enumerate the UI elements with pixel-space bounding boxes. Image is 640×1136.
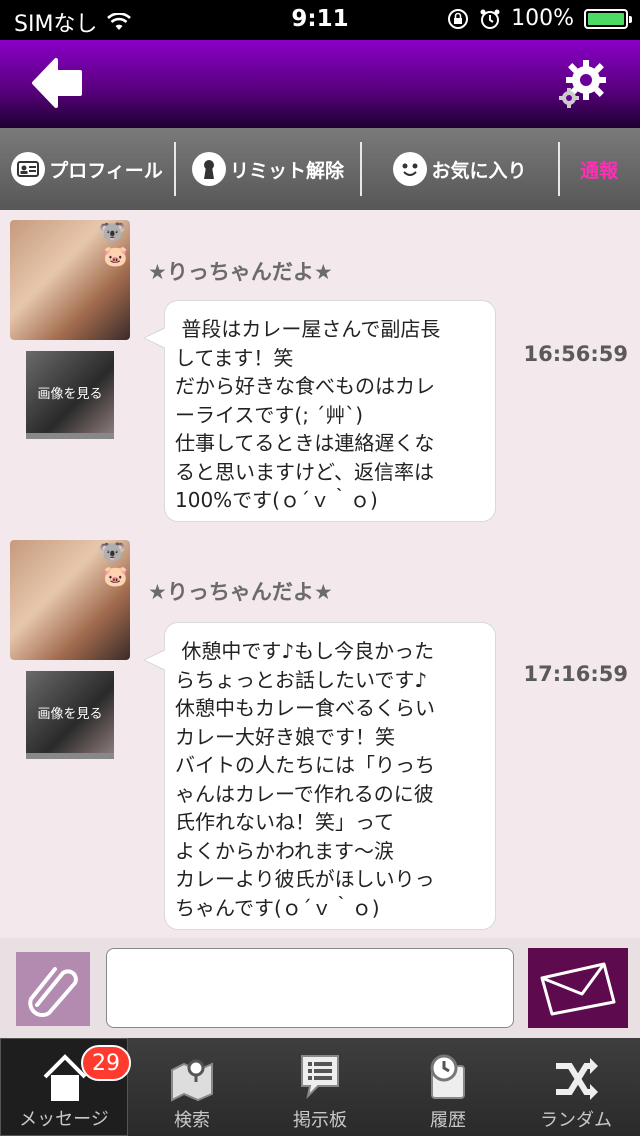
nav-search-label: 検索 [174,1110,210,1131]
back-arrow-icon [32,58,82,108]
tab-report-label: 通報 [579,159,618,182]
pig-icon: 🐷 [103,564,128,588]
status-bar: SIMなし 9:11 100% [0,0,640,40]
tab-limit-release-label: リミット解除 [229,159,344,182]
back-button[interactable] [30,54,88,112]
message-bubble: 休憩中です♪もし今良かった らちょっとお話したいです♪ 休憩中もカレー食べるくら… [143,622,496,930]
view-image-button[interactable]: 画像を見る [26,351,114,439]
battery-percent: 100% [511,6,574,31]
view-image-label: 画像を見る [37,706,103,722]
view-image-label: 画像を見る [37,386,103,402]
nav-random-label: ランダム [540,1110,612,1131]
orientation-lock-icon [448,8,469,29]
message-count-badge: 29 [81,1045,131,1081]
nav-board[interactable]: 掲示板 [256,1038,384,1136]
tab-favorite[interactable]: お気に入り [362,128,558,210]
alarm-icon [480,9,500,29]
sender-name: ★りっちゃんだよ★ [148,260,333,284]
nav-message-label: メッセージ [19,1109,109,1130]
shuffle-icon [556,1058,598,1100]
map-search-icon [171,1059,213,1102]
sender-name: ★りっちゃんだよ★ [148,580,333,604]
history-icon [430,1054,465,1099]
nav-history-label: 履歴 [430,1110,466,1131]
smiley-icon [393,152,428,186]
view-image-button[interactable]: 画像を見る [26,671,114,759]
tab-favorite-label: お気に入り [431,159,527,182]
message-input[interactable] [106,948,514,1028]
app-header [0,40,640,128]
action-tabs: プロフィール リミット解除 お気に入り 通報 [0,128,640,210]
bulletin-board-icon [301,1055,339,1100]
nav-search[interactable]: 検索 [128,1038,256,1136]
koala-icon: 🐨 [98,220,126,245]
compose-bar [0,938,640,1038]
koala-icon: 🐨 [98,540,126,565]
profile-card-icon [11,152,46,186]
attach-button[interactable] [16,952,90,1026]
keyhole-icon [191,152,226,186]
tab-profile-label: プロフィール [49,159,163,182]
avatar[interactable]: 🐨 🐷 [10,220,130,340]
settings-button[interactable] [556,56,610,110]
message-timestamp: 17:16:59 [523,662,628,686]
avatar[interactable]: 🐨 🐷 [10,540,130,660]
pig-icon: 🐷 [103,244,128,268]
message-timestamp: 16:56:59 [523,342,628,366]
send-button[interactable] [528,948,628,1028]
tab-profile[interactable]: プロフィール [0,128,174,210]
tab-limit-release[interactable]: リミット解除 [176,128,360,210]
message-bubble: 普段はカレー屋さんで副店長 してます！笑 だから好きな食べものはカレ ーライスで… [143,300,496,522]
nav-history[interactable]: 履歴 [384,1038,512,1136]
envelope-icon [540,962,616,1016]
nav-board-label: 掲示板 [293,1110,347,1131]
battery-icon [584,8,632,29]
tab-report[interactable]: 通報 [560,128,638,210]
paperclip-icon [28,967,78,1017]
nav-random[interactable]: ランダム [512,1038,640,1136]
gear-icon [559,60,606,108]
bottom-nav: 29 メッセージ 検索 掲示板 履歴 ランダム [0,1038,640,1136]
nav-message[interactable]: 29 メッセージ [0,1038,131,1136]
